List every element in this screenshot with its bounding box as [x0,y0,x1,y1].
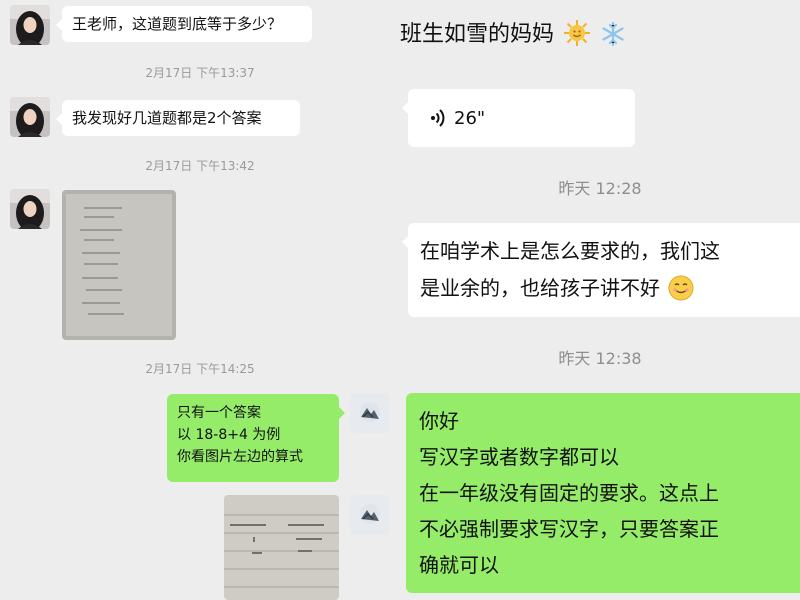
contact-avatar[interactable] [10,97,50,137]
chat-title: 班生如雪的妈妈 [400,16,626,53]
message-line: 在咱学术上是怎么要求的，我们这 [420,239,720,263]
message-timestamp: 2月17日 下午13:37 [145,66,255,80]
message-line: 在一年级没有固定的要求。这点上 [419,481,719,505]
message-line: 以 18-8+4 为例 [177,427,281,443]
user-avatar[interactable] [350,495,390,535]
message-line: 不必强制要求写汉字，只要答案正 [419,517,719,541]
worked-equation-photo-message[interactable] [224,495,339,600]
homework-photo-message[interactable] [62,190,176,340]
user-avatar[interactable] [350,393,390,433]
snowflake-emoji [600,21,626,53]
voice-duration: 26" [454,108,486,129]
message-line: 是业余的，也给孩子讲不好 [420,270,796,313]
chat-title-text: 班生如雪的妈妈 [400,22,555,47]
message-text: 我发现好几道题都是2个答案 [72,109,262,127]
message-line: 你看图片左边的算式 [177,449,303,465]
voice-message-bubble[interactable]: 26" [402,89,635,147]
outgoing-message-bubble[interactable]: 只有一个答案 以 18-8+4 为例 你看图片左边的算式 [167,394,345,482]
message-line: 确就可以 [419,553,499,577]
message-timestamp: 昨天 12:38 [558,349,642,368]
contact-avatar[interactable] [10,5,50,45]
incoming-message-bubble[interactable]: 在咱学术上是怎么要求的，我们这 是业余的，也给孩子讲不好 [402,223,800,317]
message-timestamp: 2月17日 下午13:42 [145,159,255,173]
message-text: 王老师，这道题到底等于多少？ [72,15,283,33]
smile-emoji [668,275,694,313]
right-chat-panel: 班生如雪的妈妈 26" 昨天 12:28 在咱学术上是怎么要求的，我们这 是业余… [400,0,800,600]
left-chat-panel: 王老师，这道题到底等于多少？ 2月17日 下午13:37 我发现好几道题都是2个… [0,0,400,600]
contact-avatar[interactable] [10,189,50,229]
sun-emoji [563,19,591,53]
voice-wave-icon [430,108,446,136]
message-line: 写汉字或者数字都可以 [419,445,619,469]
message-timestamp: 2月17日 下午14:25 [145,362,255,376]
incoming-message-bubble[interactable]: 王老师，这道题到底等于多少？ [56,6,312,42]
outgoing-message-bubble[interactable]: 你好 写汉字或者数字都可以 在一年级没有固定的要求。这点上 不必强制要求写汉字，… [406,393,800,593]
message-timestamp: 昨天 12:28 [558,179,642,198]
message-line: 只有一个答案 [177,405,261,421]
incoming-message-bubble[interactable]: 我发现好几道题都是2个答案 [56,100,300,136]
message-line: 你好 [419,409,459,433]
